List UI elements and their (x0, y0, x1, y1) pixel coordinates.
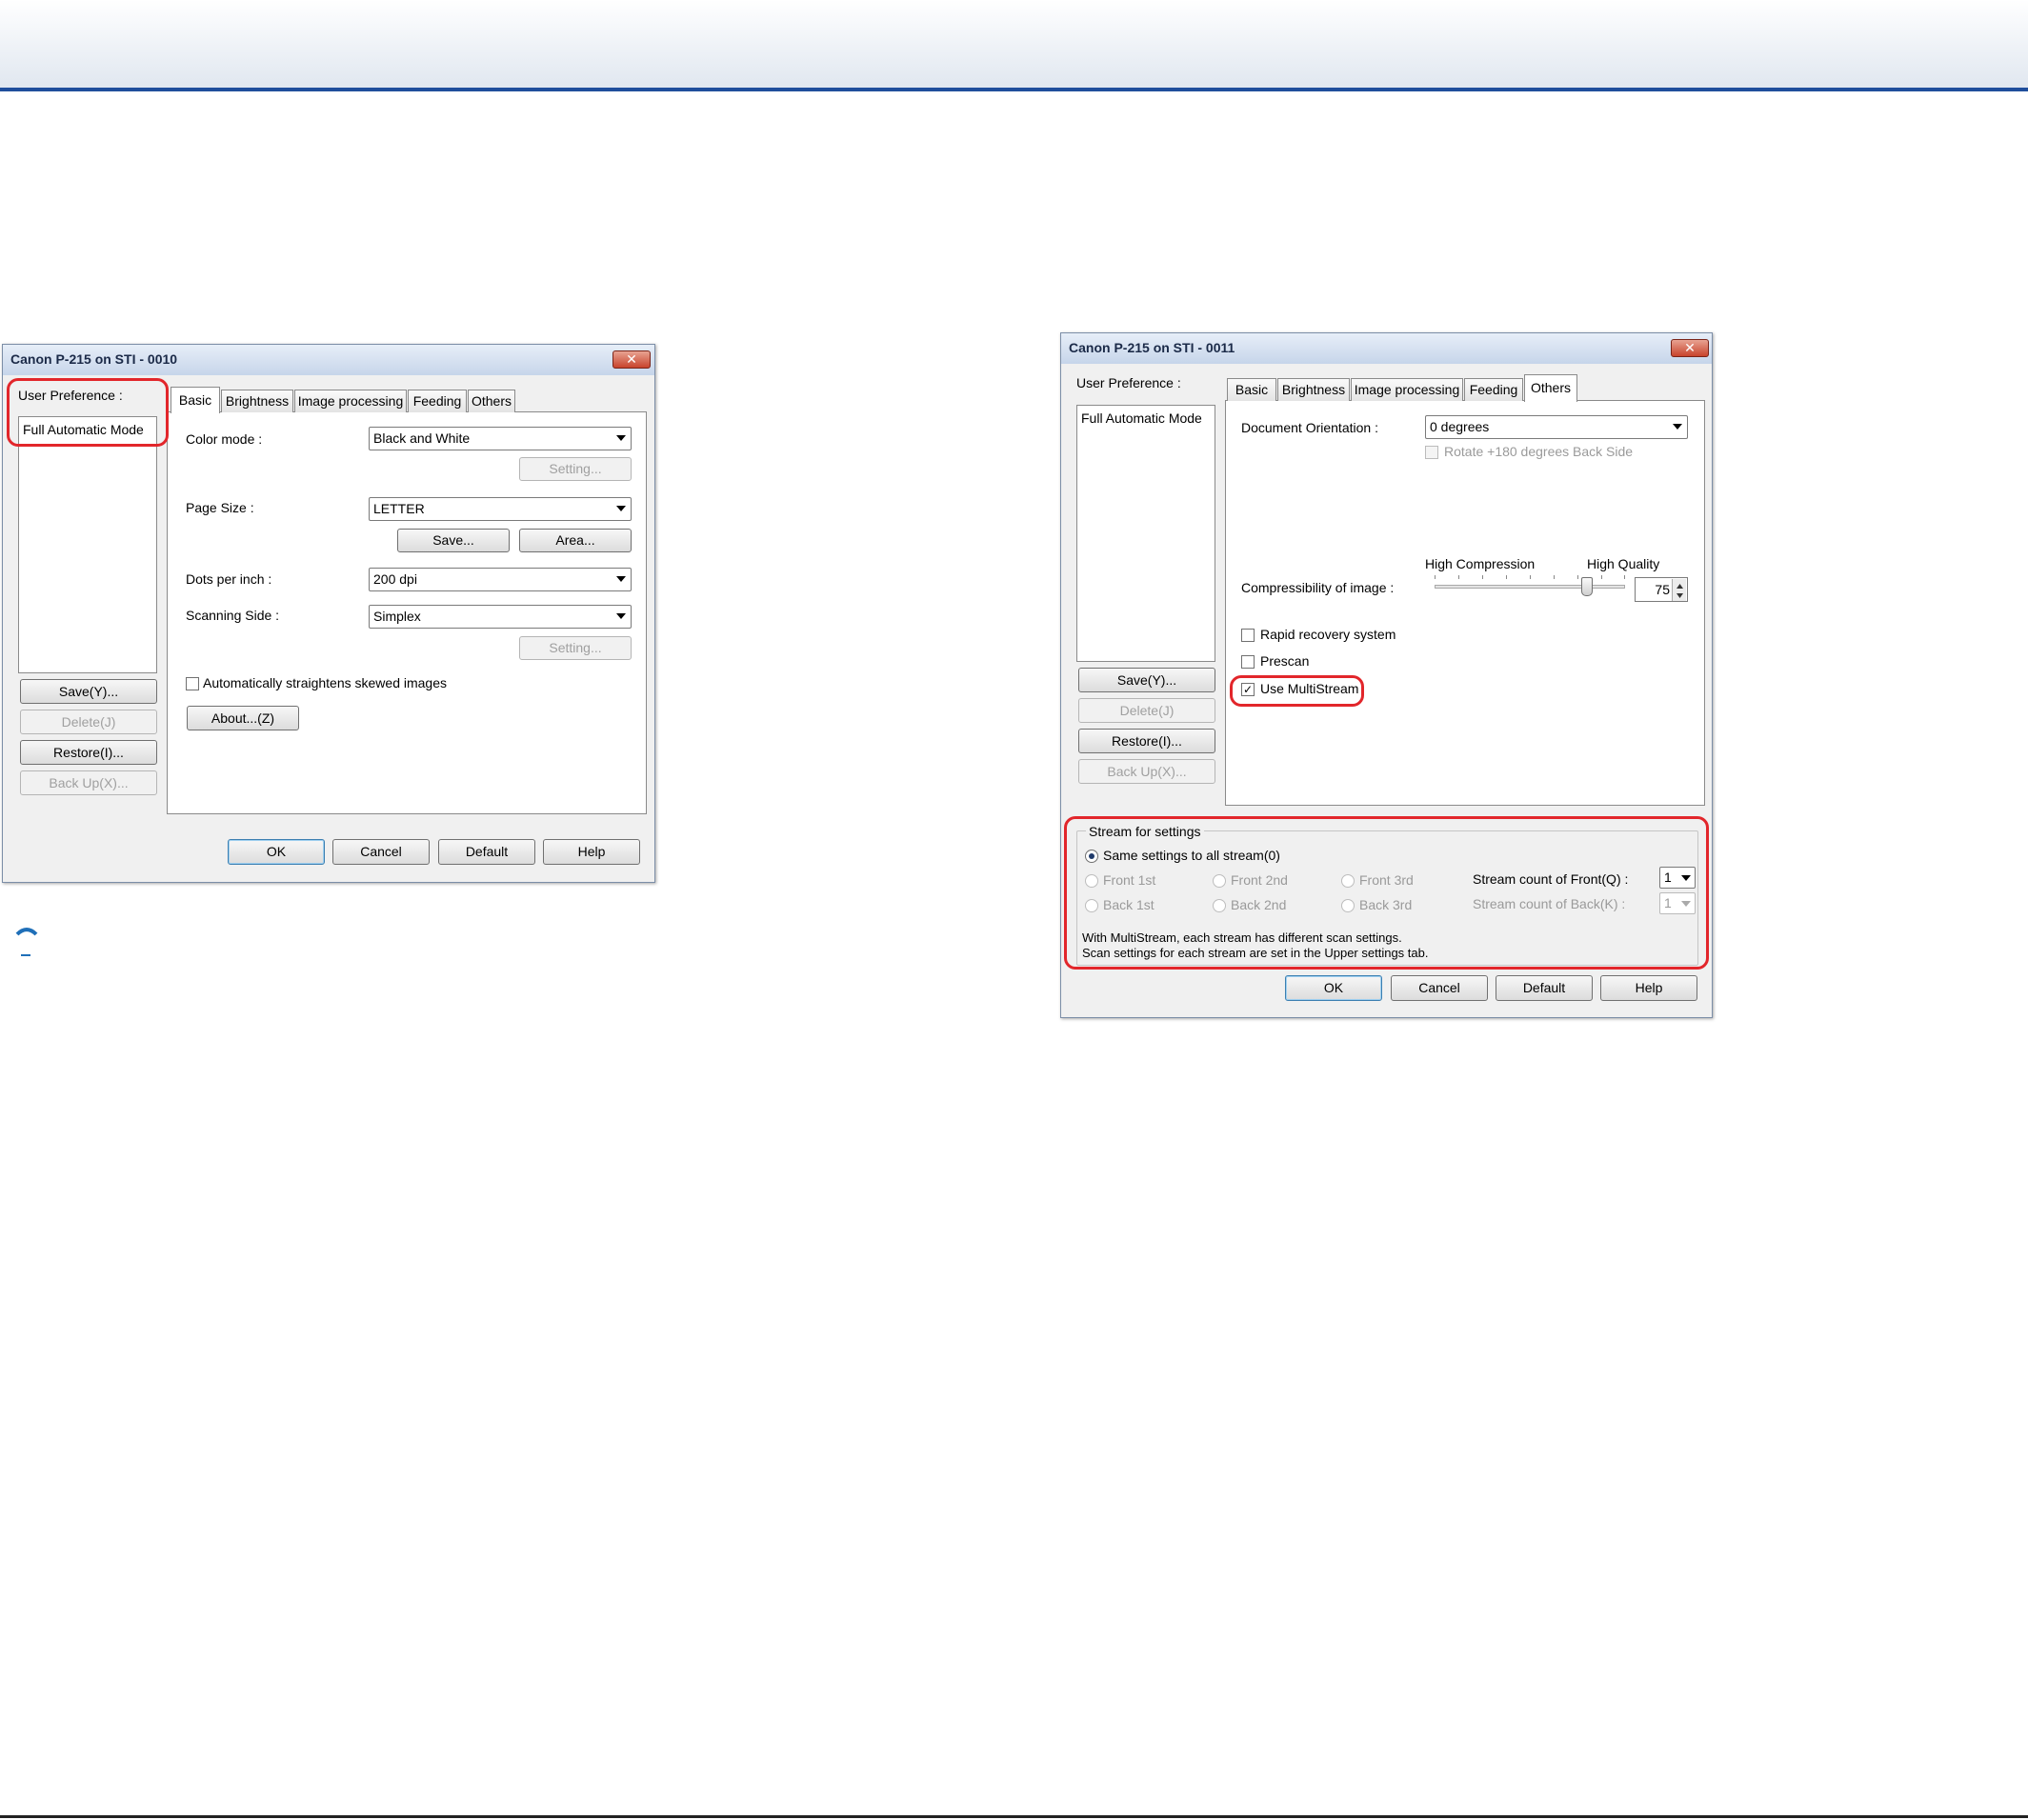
backup-preference-button[interactable]: Back Up(X)... (1078, 759, 1215, 784)
list-item[interactable]: Full Automatic Mode (1081, 410, 1202, 426)
tab-brightness[interactable]: Brightness (221, 390, 293, 412)
high-quality-label: High Quality (1587, 556, 1660, 571)
help-button[interactable]: Help (1600, 975, 1697, 1001)
compressibility-slider[interactable] (1435, 575, 1625, 598)
slider-track[interactable] (1435, 585, 1625, 589)
backup-preference-button[interactable]: Back Up(X)... (20, 770, 157, 795)
user-preference-list[interactable]: Full Automatic Mode (18, 416, 157, 673)
user-preference-highlight (7, 378, 169, 447)
save-preference-button[interactable]: Save(Y)... (20, 679, 157, 704)
tab-image-processing[interactable]: Image processing (1351, 378, 1463, 401)
right-dialog-titlebar[interactable]: Canon P-215 on STI - 0011 (1061, 333, 1712, 364)
user-preference-label: User Preference : (1076, 375, 1181, 390)
chevron-down-icon (616, 435, 626, 441)
user-preference-list[interactable]: Full Automatic Mode (1076, 405, 1215, 662)
compressibility-label: Compressibility of image : (1241, 580, 1395, 595)
about-button[interactable]: About...(Z) (187, 706, 299, 730)
ok-button[interactable]: OK (228, 839, 325, 865)
page-size-value: LETTER (373, 501, 425, 516)
prescan-checkbox[interactable] (1241, 655, 1255, 669)
dpi-label: Dots per inch : (186, 571, 272, 587)
straighten-checkbox[interactable] (186, 677, 199, 690)
restore-preference-button[interactable]: Restore(I)... (1078, 729, 1215, 753)
compressibility-spinner[interactable]: 75 (1635, 577, 1688, 602)
tab-brightness[interactable]: Brightness (1277, 378, 1350, 401)
side-setting-button[interactable]: Setting... (519, 636, 632, 660)
rotate-label: Rotate +180 degrees Back Side (1444, 444, 1634, 459)
page-size-select[interactable]: LETTER (369, 497, 632, 521)
scanning-side-label: Scanning Side : (186, 608, 280, 623)
rapid-recovery-checkbox[interactable] (1241, 629, 1255, 642)
left-dialog-titlebar[interactable]: Canon P-215 on STI - 0010 (3, 345, 654, 375)
multistream-highlight (1230, 675, 1364, 707)
right-dialog-window: Canon P-215 on STI - 0011 ✕ User Prefere… (1060, 332, 1713, 1018)
ok-button[interactable]: OK (1285, 975, 1382, 1001)
scanning-side-value: Simplex (373, 609, 421, 624)
color-setting-button[interactable]: Setting... (519, 457, 632, 481)
tab-others[interactable]: Others (468, 390, 515, 412)
slider-thumb[interactable] (1581, 577, 1593, 596)
chevron-down-icon (1673, 424, 1682, 430)
doc-orientation-label: Document Orientation : (1241, 420, 1378, 435)
left-dialog-window: Canon P-215 on STI - 0010 ✕ User Prefere… (2, 344, 655, 883)
delete-preference-button[interactable]: Delete(J) (1078, 698, 1215, 723)
default-button[interactable]: Default (438, 839, 535, 865)
page-size-save-button[interactable]: Save... (397, 529, 510, 552)
left-dialog-title: Canon P-215 on STI - 0010 (10, 351, 178, 367)
scanning-side-select[interactable]: Simplex (369, 605, 632, 629)
rotate-checkbox[interactable] (1425, 446, 1438, 459)
right-dialog-title: Canon P-215 on STI - 0011 (1069, 340, 1235, 355)
help-button[interactable]: Help (543, 839, 640, 865)
page-header-rule (0, 88, 2028, 91)
chevron-down-icon (616, 576, 626, 582)
tab-others[interactable]: Others (1524, 374, 1577, 402)
straighten-label: Automatically straightens skewed images (203, 675, 448, 690)
color-mode-select[interactable]: Black and White (369, 427, 632, 450)
compressibility-value: 75 (1655, 582, 1670, 597)
stream-settings-highlight (1064, 816, 1709, 970)
close-icon[interactable]: ✕ (612, 350, 651, 369)
doc-orientation-value: 0 degrees (1430, 419, 1490, 434)
tab-basic[interactable]: Basic (1227, 378, 1276, 401)
cancel-button[interactable]: Cancel (1391, 975, 1488, 1001)
doc-orientation-select[interactable]: 0 degrees (1425, 415, 1688, 439)
decorative-arc-icon (13, 919, 40, 959)
chevron-down-icon (616, 506, 626, 511)
dpi-select[interactable]: 200 dpi (369, 568, 632, 591)
chevron-down-icon (616, 613, 626, 619)
default-button[interactable]: Default (1496, 975, 1593, 1001)
prescan-label: Prescan (1260, 653, 1310, 669)
page-size-label: Page Size : (186, 500, 254, 515)
cancel-button[interactable]: Cancel (332, 839, 430, 865)
dpi-value: 200 dpi (373, 571, 417, 587)
save-preference-button[interactable]: Save(Y)... (1078, 668, 1215, 692)
rapid-recovery-label: Rapid recovery system (1260, 627, 1396, 642)
color-mode-label: Color mode : (186, 431, 263, 447)
delete-preference-button[interactable]: Delete(J) (20, 710, 157, 734)
page-size-area-button[interactable]: Area... (519, 529, 632, 552)
color-mode-value: Black and White (373, 430, 471, 446)
tab-feeding[interactable]: Feeding (408, 390, 467, 412)
tab-image-processing[interactable]: Image processing (294, 390, 407, 412)
tab-feeding[interactable]: Feeding (1464, 378, 1523, 401)
restore-preference-button[interactable]: Restore(I)... (20, 740, 157, 765)
tab-basic[interactable]: Basic (171, 387, 220, 413)
high-compression-label: High Compression (1425, 556, 1536, 571)
spin-down-icon[interactable] (1672, 590, 1686, 601)
right-tab-panel (1225, 400, 1705, 806)
page-header-band (0, 0, 2028, 91)
page-footer-rule (0, 1815, 2028, 1818)
spin-up-icon[interactable] (1672, 579, 1686, 590)
close-icon[interactable]: ✕ (1671, 339, 1709, 357)
